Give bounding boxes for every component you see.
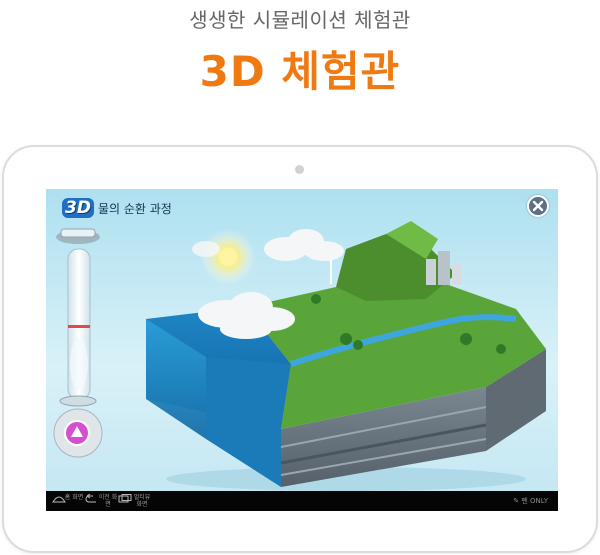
water-cycle-scene[interactable] [46, 189, 558, 491]
pen-only-indicator: ✎ 펜 ONLY [513, 496, 548, 506]
tablet-frame: 3D 물의 순환 과정 홈 화면 이전 화면 멀티뷰 화면 ✎ 펜 ONLY [2, 145, 598, 553]
sun-graphic [200, 229, 256, 285]
page-title: 3D 체험관 [199, 47, 401, 96]
app-screen: 3D 물의 순환 과정 홈 화면 이전 화면 멀티뷰 화면 ✎ 펜 ONLY [46, 189, 558, 511]
camera-dot [295, 165, 304, 174]
close-button[interactable] [527, 195, 549, 217]
page-subtitle: 생생한 시뮬레이션 체험관 [189, 8, 411, 32]
cycle-control [56, 228, 100, 407]
system-nav-bar: 홈 화면 이전 화면 멀티뷰 화면 ✎ 펜 ONLY [46, 491, 558, 511]
pen-icon: ✎ [513, 497, 520, 505]
back-nav-label: 이전 화면 [98, 494, 118, 508]
3d-badge: 3D [62, 198, 94, 218]
pen-only-label: 펜 ONLY [521, 497, 548, 505]
back-icon [85, 494, 96, 503]
app-header: 3D 물의 순환 과정 [62, 198, 172, 218]
multiview-nav-label: 멀티뷰 화면 [133, 494, 151, 508]
play-button[interactable] [53, 408, 103, 458]
home-nav-label: 홈 화면 [64, 494, 84, 501]
close-icon [532, 200, 544, 212]
multiview-icon [118, 494, 132, 503]
app-title: 물의 순환 과정 [97, 201, 172, 216]
